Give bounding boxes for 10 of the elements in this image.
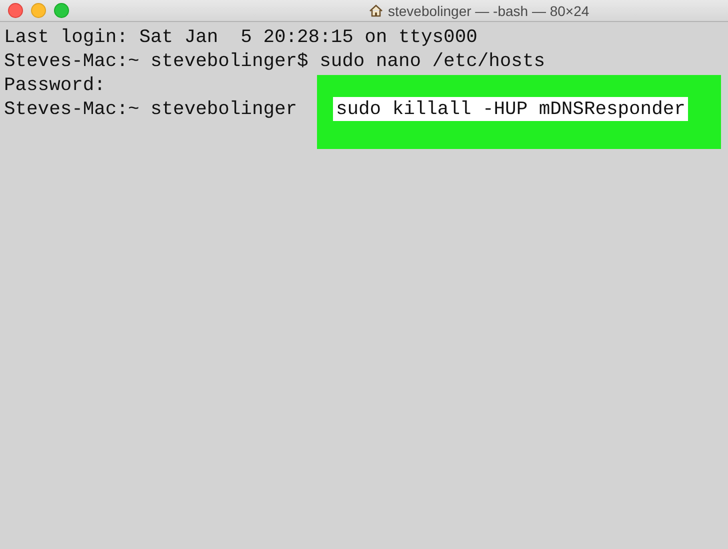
minimize-button[interactable]	[31, 3, 46, 18]
terminal-output: Password:	[4, 73, 106, 97]
typed-command: sudo killall -HUP mDNSResponder	[333, 97, 688, 121]
terminal-output: Last login: Sat Jan 5 20:28:15 on ttys000	[4, 25, 478, 49]
terminal-command-line: Steves-Mac:~ stevebolinger$ sudo nano /etc/hosts	[4, 49, 546, 73]
shell-prompt: Steves-Mac:~ stevebolinger	[4, 98, 298, 120]
window-title: stevebolinger — -bash — 80×24	[388, 2, 590, 18]
zoom-button[interactable]	[54, 3, 69, 18]
house-icon	[369, 4, 383, 17]
close-button[interactable]	[8, 3, 23, 18]
